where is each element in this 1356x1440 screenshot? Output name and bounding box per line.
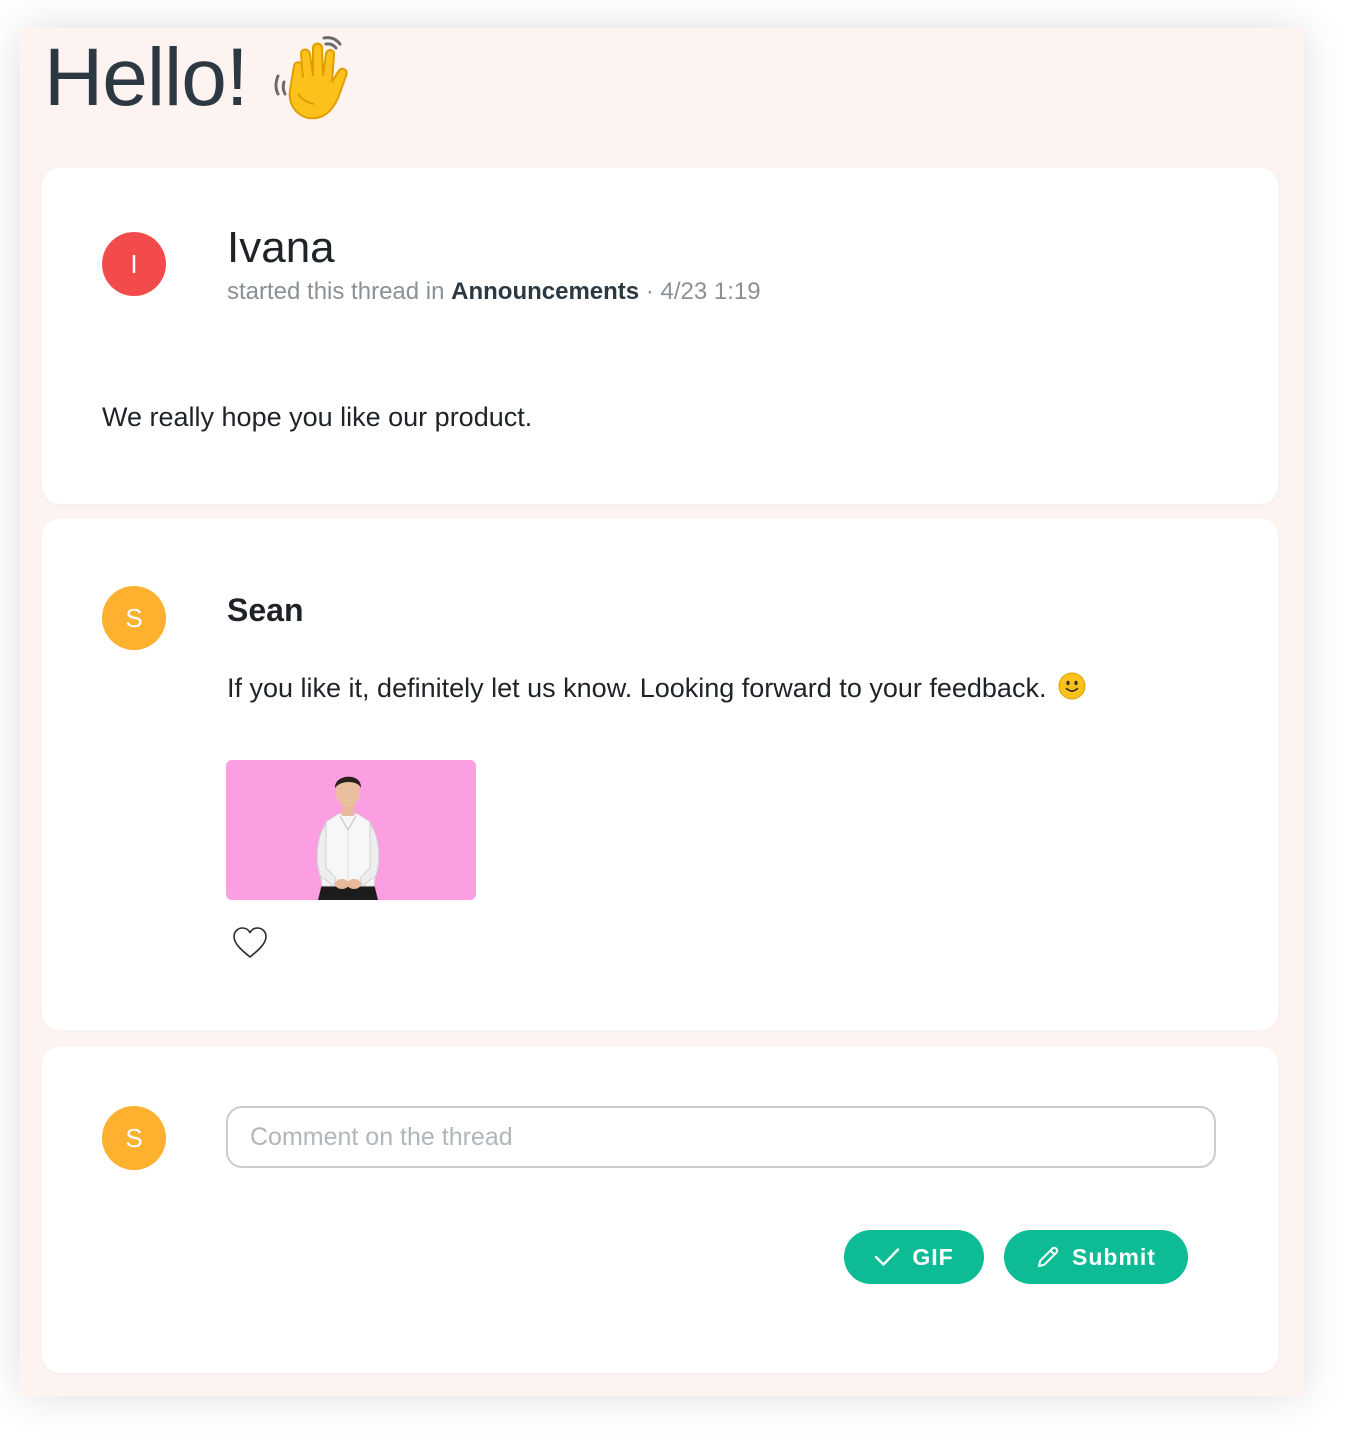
author-name[interactable]: Ivana [227,226,335,270]
thread-starter-card: I Ivana started this thread in Announcem… [42,168,1278,504]
meta-prefix: started this thread in [227,278,445,305]
thread-meta: started this thread in Announcements · 4… [227,278,761,306]
comment-composer-card: S GIF Submit [42,1046,1278,1373]
reply-card: S Sean If you like it, definitely let us… [42,518,1278,1030]
thread-message: We really hope you like our product. [102,402,533,432]
slightly-smiling-face-icon [1058,672,1086,700]
gif-attachment[interactable] [226,760,476,900]
meta-separator: · [645,278,654,305]
timestamp: 4/23 1:19 [660,278,761,305]
waving-hand-icon [274,36,348,120]
man-in-white-shirt-image [316,776,380,900]
reply-message-row: If you like it, definitely let us know. … [227,672,1086,704]
gif-button-label: GIF [912,1243,954,1270]
heart-outline-icon[interactable] [232,926,268,960]
thread-panel: Hello! I Ivana started this thread in An… [20,28,1304,1396]
avatar[interactable]: I [102,232,166,296]
author-name[interactable]: Sean [227,594,303,626]
submit-button-label: Submit [1072,1243,1156,1270]
pencil-icon [1038,1246,1059,1267]
avatar-initial: S [125,602,143,633]
reply-message: If you like it, definitely let us know. … [227,673,1047,703]
gif-button[interactable]: GIF [844,1230,984,1284]
avatar-initial: I [130,248,138,279]
greeting-title: Hello! [44,32,249,123]
submit-button[interactable]: Submit [1004,1230,1188,1284]
avatar[interactable]: S [102,1106,166,1170]
checkmark-icon [875,1248,900,1266]
greeting-header: Hello! [44,32,360,124]
avatar[interactable]: S [102,586,166,650]
comment-input[interactable] [226,1106,1216,1168]
avatar-initial: S [125,1122,143,1153]
channel-link[interactable]: Announcements [451,278,639,305]
